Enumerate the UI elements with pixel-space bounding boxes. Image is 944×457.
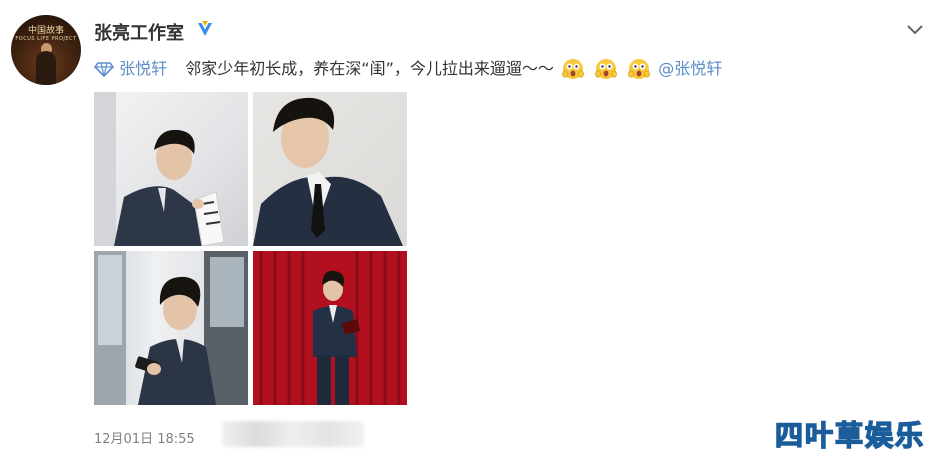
surprised-face-icon [628, 58, 651, 79]
super-topic-diamond-icon [94, 61, 114, 77]
photo-1-illustration [94, 92, 225, 246]
avatar[interactable]: 中国故事 FOCUS LIFE PROJECT [11, 15, 81, 85]
blurred-source-info [222, 421, 364, 447]
verified-badge-icon [198, 21, 212, 36]
photo-thumbnail-2[interactable] [253, 92, 407, 246]
post-text: 张悦轩 邻家少年初长成，养在深“闺”，今儿拉出来遛遛～～ @张悦轩 [94, 56, 722, 80]
photo-thumbnail-3[interactable] [94, 251, 248, 405]
photo-2-illustration [253, 97, 403, 246]
chevron-down-icon[interactable] [906, 24, 924, 36]
topic-link[interactable]: 张悦轩 [119, 57, 167, 81]
avatar-subtitle: FOCUS LIFE PROJECT [15, 36, 77, 42]
photo-thumbnail-4[interactable] [253, 251, 407, 405]
post-timestamp[interactable]: 12月01日 18:55 [94, 428, 195, 447]
photo-4-illustration [259, 251, 401, 405]
surprised-face-icon [595, 58, 617, 79]
surprised-face-icon [562, 58, 584, 79]
photo-3-illustration [94, 251, 248, 405]
watermark-text: 四叶草娱乐 [774, 418, 926, 453]
username[interactable]: 张亮工作室 [94, 19, 184, 45]
mention-link[interactable]: @张悦轩 [658, 57, 722, 81]
photo-thumbnail-1[interactable] [94, 92, 248, 246]
avatar-figure-body [36, 51, 56, 85]
post-body-text: 邻家少年初长成，养在深“闺”，今儿拉出来遛遛～～ [185, 58, 554, 78]
avatar-title: 中国故事 [27, 26, 64, 36]
